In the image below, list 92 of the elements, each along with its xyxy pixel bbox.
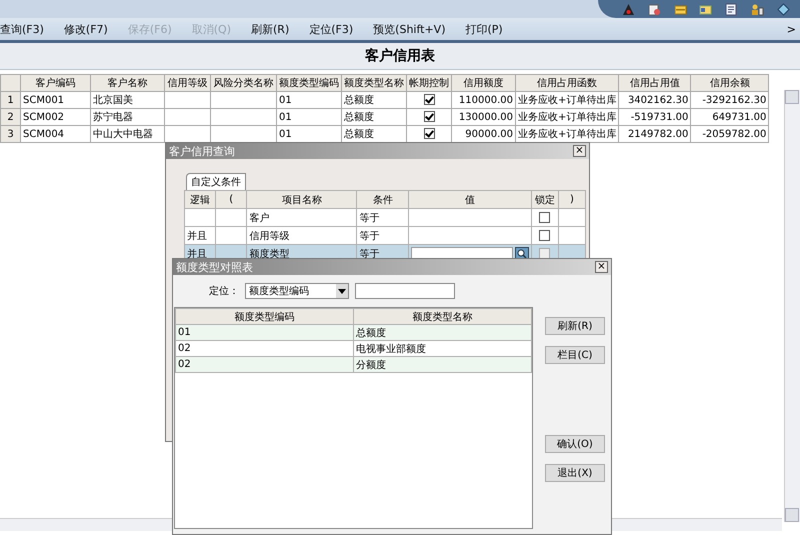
checkbox[interactable] (424, 111, 434, 122)
toolbar-button[interactable]: 打印(P) (466, 22, 503, 36)
close-button[interactable]: × (595, 261, 608, 273)
table-cell: 3402162.30 (618, 92, 691, 108)
card-icon[interactable] (674, 2, 687, 16)
column-header: 额度类型编码 (176, 308, 354, 324)
table-cell: 2149782.00 (618, 126, 691, 142)
checkbox[interactable] (424, 94, 434, 106)
caret-icon (338, 288, 346, 294)
table-cell: SCM001 (20, 92, 90, 108)
column-header: 额度类型名称 (354, 308, 532, 324)
table-cell: 业务应收+订单待出库 (516, 92, 619, 108)
warning-icon[interactable] (622, 2, 636, 16)
table-cell: 总额度 (354, 324, 532, 340)
table-cell: 并且 (187, 248, 207, 260)
table-cell: 649731.00 (690, 108, 769, 126)
dialog-button[interactable]: 确认(O) (545, 435, 605, 453)
table-cell: -3292162.30 (690, 92, 769, 108)
column-header: 信用等级 (164, 74, 210, 92)
row-number: 2 (0, 108, 20, 126)
list-icon[interactable] (725, 2, 738, 16)
dialog-button[interactable]: 退出(X) (545, 464, 605, 482)
table-cell: 客户 (249, 212, 270, 224)
column-header: 额度类型编码 (276, 74, 342, 92)
table-cell: 分额度 (354, 356, 532, 372)
dialog-button[interactable]: 栏目(C) (545, 346, 605, 364)
document-icon[interactable] (648, 2, 662, 16)
toolbar-button[interactable]: 查询(F3) (0, 22, 44, 36)
id-card-icon[interactable] (699, 2, 712, 16)
column-header: 信用占用值 (618, 74, 691, 92)
table-cell: 并且 (187, 230, 207, 242)
table-cell: 130000.00 (452, 108, 516, 126)
table-cell: -2059782.00 (690, 126, 769, 142)
table-cell: 信用等级 (249, 230, 290, 242)
column-header: 锁定 (531, 190, 558, 208)
column-header: 信用占用函数 (516, 74, 619, 92)
column-header: ( (216, 190, 247, 208)
column-header: 值 (408, 190, 532, 208)
column-header: 客户名称 (90, 74, 164, 92)
table-cell: 苏宁电器 (90, 108, 164, 126)
column-header: 客户编码 (20, 74, 90, 92)
column-header: 信用余额 (690, 74, 769, 92)
column-header: 信用额度 (452, 74, 516, 92)
table-cell: 02 (176, 356, 354, 372)
dialog-title: 客户信用查询 (169, 144, 235, 158)
dialog-button[interactable]: 刷新(R) (545, 317, 605, 335)
checkbox[interactable] (539, 248, 550, 259)
diamond-icon[interactable] (776, 2, 790, 16)
page-title: 客户信用表 (0, 43, 800, 70)
table-cell: 01 (176, 324, 354, 340)
table-cell: 中山大中电器 (90, 126, 164, 142)
checkbox[interactable] (539, 212, 550, 223)
table-cell: 等于 (359, 212, 380, 224)
dialog-title: 额度类型对照表 (176, 260, 253, 274)
checkbox[interactable] (424, 128, 434, 140)
column-header: 额度类型名称 (342, 74, 406, 92)
table-cell: 北京国美 (90, 92, 164, 108)
toolbar-button[interactable]: 预览(Shift+V) (373, 22, 446, 36)
table-cell: SCM004 (20, 126, 90, 142)
toolbar-button[interactable]: 定位(F3) (309, 22, 354, 36)
table-cell: -519731.00 (618, 108, 691, 126)
close-button[interactable]: × (573, 145, 586, 157)
column-header: ) (558, 190, 586, 208)
locate-dropdown[interactable]: 额度类型编码 (245, 283, 349, 299)
column-header: 风险分类名称 (210, 74, 276, 92)
table-cell: 等于 (359, 230, 380, 242)
tab[interactable]: 自定义条件 (186, 173, 246, 190)
vertical-scrollbar[interactable] (784, 90, 800, 522)
toolbar-button[interactable]: 修改(F7) (64, 22, 108, 36)
table-cell: 业务应收+订单待出库 (516, 108, 619, 126)
row-number: 1 (0, 92, 20, 108)
column-header: 帐期控制 (406, 74, 452, 92)
locate-label: 定位： (209, 284, 239, 298)
column-header: 逻辑 (184, 190, 216, 208)
toolbar-button[interactable]: 刷新(R) (251, 22, 290, 36)
table-cell: 总额度 (342, 92, 406, 108)
more-button[interactable]: > (786, 22, 796, 36)
lookup-icon[interactable] (514, 247, 529, 260)
row-number: 3 (0, 126, 20, 142)
table-cell: 01 (276, 92, 342, 108)
table-cell: 01 (276, 108, 342, 126)
user-key-icon[interactable] (750, 2, 764, 16)
table-cell: 总额度 (342, 108, 406, 126)
column-header: 条件 (356, 190, 409, 208)
corner-cell (0, 74, 20, 92)
table-cell: 等于 (359, 248, 380, 260)
table-cell: SCM002 (20, 108, 90, 126)
table-cell: 110000.00 (452, 92, 516, 108)
search-field[interactable] (355, 283, 455, 299)
table-cell: 额度类型 (249, 248, 290, 260)
column-header: 项目名称 (246, 190, 357, 208)
checkbox[interactable] (539, 230, 550, 241)
